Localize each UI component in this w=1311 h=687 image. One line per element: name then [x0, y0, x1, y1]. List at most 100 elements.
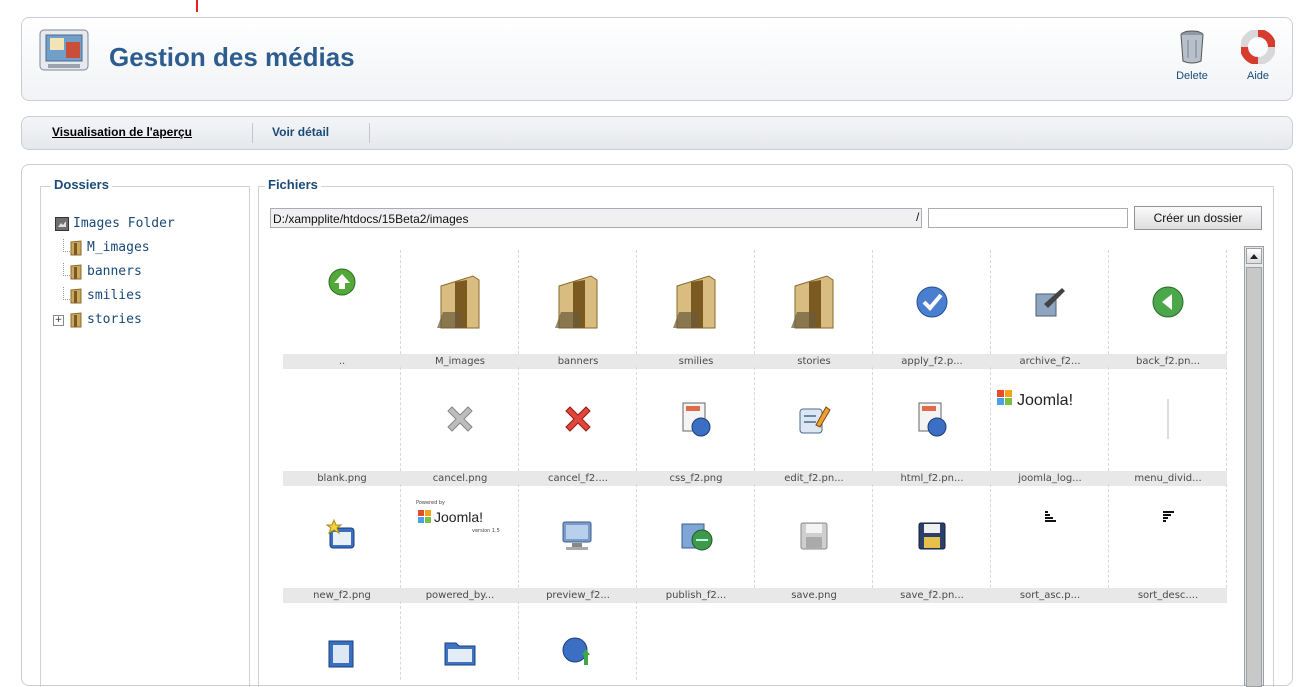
submenu-separator	[252, 123, 253, 143]
file-item[interactable]: preview_f2...	[519, 484, 637, 603]
file-item[interactable]: save_f2.pn...	[873, 484, 991, 603]
file-item[interactable]	[401, 601, 519, 680]
file-thumbnail: Powered by Joomla! version 1.5	[401, 484, 519, 588]
file-name: save_f2.pn...	[873, 588, 991, 603]
sort-asc-icon	[1044, 511, 1056, 522]
delete-label: Delete	[1176, 70, 1208, 82]
file-item[interactable]: Joomla! joomla_log...	[991, 367, 1109, 486]
tree-connector	[63, 263, 72, 276]
help-button[interactable]: Aide	[1233, 29, 1283, 82]
file-name: publish_f2...	[637, 588, 755, 603]
tree-item-label: stories	[87, 312, 142, 327]
file-item[interactable]: save.png	[755, 484, 873, 603]
new-folder-input[interactable]	[928, 208, 1128, 228]
files-legend: Fichiers	[265, 177, 321, 192]
file-thumbnail	[401, 250, 519, 354]
file-thumbnail	[519, 367, 637, 471]
folder-icon	[436, 275, 479, 329]
trash-icon	[1180, 30, 1204, 64]
svg-text:Joomla!: Joomla!	[1017, 392, 1073, 409]
unarchive-icon	[328, 640, 353, 668]
file-thumbnail	[283, 601, 401, 680]
file-thumbnail: Joomla!	[991, 367, 1109, 471]
tree-item-stories[interactable]: + stories	[53, 311, 175, 335]
images-folder-icon	[55, 216, 69, 231]
tree-item-label: M_images	[87, 240, 150, 255]
folder-icon	[554, 275, 597, 329]
svg-text:Joomla!: Joomla!	[434, 509, 483, 525]
file-item[interactable]: back_f2.pn...	[1109, 250, 1227, 369]
help-label: Aide	[1246, 70, 1270, 82]
file-item[interactable]: M_images	[401, 250, 519, 369]
tab-detail[interactable]: Voir détail	[272, 125, 329, 139]
file-item[interactable]: banners	[519, 250, 637, 369]
upload-globe-icon	[562, 637, 590, 665]
folders-legend: Dossiers	[51, 177, 112, 192]
delete-button[interactable]: Delete	[1167, 30, 1217, 82]
file-item[interactable]: cancel.png	[401, 367, 519, 486]
file-thumbnail	[519, 484, 637, 588]
file-item[interactable]: edit_f2.pn...	[755, 367, 873, 486]
file-thumbnail	[283, 250, 401, 354]
file-item[interactable]	[519, 601, 637, 680]
file-item[interactable]: blank.png	[283, 367, 401, 486]
cancel-grey-icon	[446, 406, 473, 432]
menu-divider-icon	[1167, 399, 1168, 439]
file-item[interactable]: css_f2.png	[637, 367, 755, 486]
file-item[interactable]: sort_asc.p...	[991, 484, 1109, 603]
file-thumbnail	[1109, 484, 1227, 588]
back-arrow-icon	[1152, 286, 1183, 318]
powered-by-icon: Powered by Joomla! version 1.5	[416, 500, 500, 534]
file-thumbnail	[401, 601, 519, 680]
new-icon	[325, 518, 354, 549]
file-item[interactable]: ..	[283, 250, 401, 369]
folders-panel: Dossiers Images Folder M_images banners …	[40, 177, 250, 687]
archive-icon	[1035, 288, 1065, 317]
tree-item-smilies[interactable]: smilies	[55, 287, 175, 311]
file-item[interactable]: cancel_f2....	[519, 367, 637, 486]
scrollbar[interactable]	[1244, 246, 1264, 687]
media-manager-icon	[39, 29, 89, 71]
file-item[interactable]: menu_divid...	[1109, 367, 1227, 486]
file-thumbnail	[519, 601, 637, 680]
file-item[interactable]: new_f2.png	[283, 484, 401, 603]
edit-icon	[799, 406, 831, 434]
file-thumbnail	[991, 250, 1109, 354]
folder-tree: Images Folder M_images banners smilies +…	[53, 215, 175, 335]
tree-root-label: Images Folder	[73, 216, 175, 231]
file-thumbnail	[1109, 367, 1227, 471]
cancel-red-icon	[564, 406, 591, 432]
tree-root[interactable]: Images Folder	[55, 215, 175, 239]
tree-item-banners[interactable]: banners	[55, 263, 175, 287]
tab-preview[interactable]: Visualisation de l'aperçu	[52, 125, 192, 139]
file-item[interactable]: apply_f2.p...	[873, 250, 991, 369]
file-thumbnail	[873, 250, 991, 354]
scroll-up-button[interactable]	[1246, 248, 1262, 264]
monitor-icon	[562, 521, 591, 550]
file-item[interactable]: archive_f2...	[991, 250, 1109, 369]
file-item[interactable]: Powered by Joomla! version 1.5 powered_by..…	[401, 484, 519, 603]
scroll-thumb[interactable]	[1246, 267, 1262, 687]
tree-item-m-images[interactable]: M_images	[55, 239, 175, 263]
file-item[interactable]: html_f2.pn...	[873, 367, 991, 486]
folder-open-icon	[444, 642, 475, 666]
file-item[interactable]: sort_desc....	[1109, 484, 1227, 603]
file-thumbnail	[283, 367, 401, 471]
expand-icon[interactable]: +	[53, 315, 64, 326]
svg-text:version 1.5: version 1.5	[472, 528, 500, 534]
create-folder-button[interactable]: Créer un dossier	[1134, 206, 1262, 230]
file-name: sort_asc.p...	[991, 588, 1109, 603]
file-item[interactable]: smilies	[637, 250, 755, 369]
file-item[interactable]: publish_f2...	[637, 484, 755, 603]
file-item[interactable]: stories	[755, 250, 873, 369]
up-arrow-icon	[328, 268, 355, 296]
file-item[interactable]	[283, 601, 401, 680]
arrow-up-icon	[1250, 254, 1258, 259]
red-marker	[196, 0, 198, 12]
page-title: Gestion des médias	[109, 42, 355, 72]
file-thumbnail	[1109, 250, 1227, 354]
file-thumbnail	[283, 484, 401, 588]
path-separator: /	[916, 210, 920, 224]
tree-item-label: smilies	[87, 288, 142, 303]
file-thumbnail	[755, 484, 873, 588]
